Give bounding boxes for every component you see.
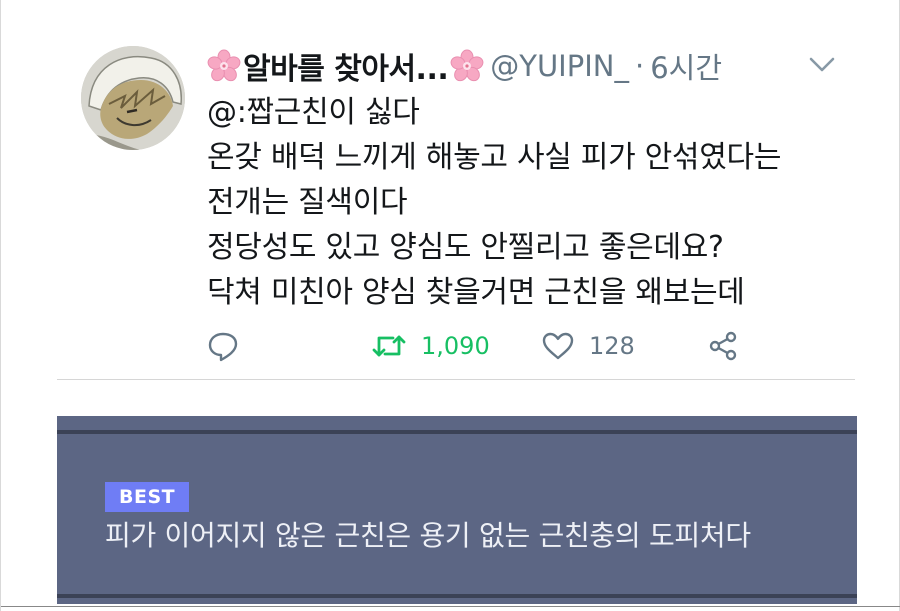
divider	[57, 379, 855, 380]
tweet-line: @:짭근친이 싫다	[207, 95, 420, 130]
share-icon	[707, 330, 739, 362]
like-button[interactable]: 128	[541, 326, 635, 366]
card-stripe	[57, 430, 857, 434]
bottom-border	[1, 606, 900, 607]
separator-dot: ·	[634, 49, 645, 83]
heart-icon	[541, 331, 575, 361]
timestamp[interactable]: 6시간	[650, 45, 722, 87]
card-stripe	[57, 594, 857, 598]
chevron-down-icon[interactable]	[807, 52, 837, 76]
tweet-text: @:짭근친이 싫다 온갖 배덕 느끼게 해놓고 사실 피가 안섞였다는 전개는 …	[207, 90, 867, 315]
cherry-blossom-icon	[207, 49, 241, 83]
share-button[interactable]	[707, 326, 739, 366]
reply-button[interactable]	[207, 326, 239, 366]
best-badge: BEST	[105, 482, 190, 512]
tweet-actions: 1,090 128	[207, 326, 767, 366]
cherry-blossom-icon	[450, 49, 484, 83]
best-comment-card: BEST 피가 이어지지 않은 근친은 용기 없는 근친충의 도피처다	[57, 416, 857, 604]
display-name[interactable]: 알바를 찾아서...	[243, 44, 449, 88]
retweet-icon	[371, 331, 407, 361]
like-count: 128	[589, 332, 635, 360]
comment-text: 피가 이어지지 않은 근친은 용기 없는 근친충의 도피처다	[105, 519, 751, 552]
avatar[interactable]	[81, 46, 185, 150]
screenshot-frame: 알바를 찾아서... @YUIPIN_ · 6시간 @:짭근친이 싫다 온갖 배…	[0, 0, 900, 611]
tweet-line: 닥쳐 미친아 양심 찾을거면 근친을 왜보는데	[207, 275, 745, 310]
retweet-button[interactable]: 1,090	[371, 326, 490, 366]
tweet-line: 전개는 질색이다	[207, 185, 408, 220]
retweet-count: 1,090	[421, 332, 490, 360]
reply-icon	[207, 330, 239, 362]
user-handle[interactable]: @YUIPIN_	[490, 49, 629, 83]
tweet-line: 정당성도 있고 양심도 안찔리고 좋은데요?	[207, 230, 724, 265]
tweet-line: 온갖 배덕 느끼게 해놓고 사실 피가 안섞였다는	[207, 140, 782, 175]
tweet-header: 알바를 찾아서... @YUIPIN_ · 6시간	[207, 44, 722, 88]
